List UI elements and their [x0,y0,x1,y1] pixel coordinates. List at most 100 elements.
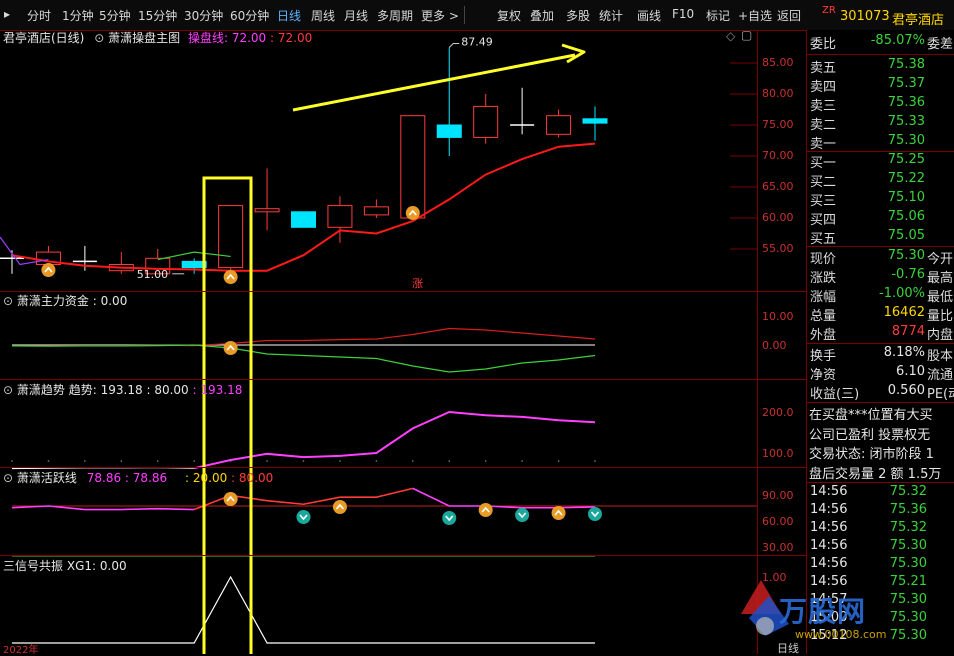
quote-divider [807,246,954,247]
trend-dot [156,460,159,462]
stat-row-label2: 量比 [927,309,954,324]
buy-signal-icon [223,270,238,284]
tab-monthly[interactable]: 月线 [344,7,368,24]
settings-diamond-icon[interactable]: ◇ [726,29,735,43]
tab-multi-period[interactable]: 多周期 [377,7,413,24]
ask-row-value: 75.37 [887,76,925,91]
tab-daily[interactable]: 日线 [277,7,301,24]
restore-rights-button[interactable]: 复权 [497,7,521,24]
tab-weekly[interactable]: 周线 [311,7,335,24]
tab-30min[interactable]: 30分钟 [184,7,223,24]
operation-line-colon: : [270,31,275,45]
candle-body [218,205,244,269]
triple-signal-panel [12,575,595,644]
ask-row: 卖二 75.33 [807,114,954,133]
tick-time: 14:56 [810,538,848,553]
watermark-text: 万股网 [779,595,867,628]
purple-ma-line [0,236,49,266]
panel4-title: ⊙ 萧潇活跃线 78.86 : 78.86 : 20.00 : 80.00 [3,469,273,486]
indicator-name[interactable]: 萧潇操盘主图 [108,31,180,45]
zhang-label: 涨 [412,277,423,290]
stat-row: 涨跌 -0.76 最高 [807,267,954,286]
trend-dot [229,460,232,462]
ask-row-label: 卖三 [810,99,837,114]
y-axis-divider [757,30,758,654]
trend-dot [302,460,305,462]
tab-5min[interactable]: 5分钟 [99,7,131,24]
stats-button[interactable]: 统计 [599,7,623,24]
tick-price: 75.32 [889,520,927,535]
webi-row: 委比 -85.07% 委差 [807,33,954,52]
stat-row-label2: 最高 [927,271,954,286]
tab-fenshi[interactable]: 分时 [27,7,51,24]
trend-dot [11,460,13,462]
window-icon[interactable]: ▢ [741,28,752,42]
stat2-row: 收益(三) 0.560PE(动 [807,383,954,402]
y-tick-label: 90.00 [762,489,794,502]
overlay-button[interactable]: 叠加 [530,7,554,24]
stat-row-value: -0.76 [891,267,925,282]
collapse-icon[interactable]: ⊙ [3,471,13,485]
bid-row: 买五 75.05 [807,228,954,247]
panel5-name[interactable]: 三信号共振 [3,559,63,573]
draw-line-button[interactable]: 画线 [637,7,661,24]
panel2-name[interactable]: 萧潇主力资金 [17,294,89,308]
active-line-panel [11,487,757,557]
panel4-value2: 78.86 [132,471,168,485]
y-tick-label: 60.00 [762,515,794,528]
add-watchlist-button[interactable]: +自选 [738,7,772,24]
tick-time: 14:56 [810,502,848,517]
multi-stock-button[interactable]: 多股 [566,7,590,24]
back-button[interactable]: 返回 [777,7,801,24]
tick-price: 75.30 [889,556,927,571]
bid-row-label: 买三 [810,194,837,209]
y-tick-label: 65.00 [762,180,794,193]
webi-value: -85.07% [870,33,925,48]
f10-button[interactable]: F10 [672,7,694,21]
panel2-title: ⊙ 萧潇主力资金 : 0.00 [3,292,127,309]
stat-row-label2: 最低 [927,290,954,305]
panel-divider [0,467,806,468]
xg1-line [12,575,595,644]
sell-signal-icon [296,510,311,524]
bid-row-label: 买一 [810,156,837,171]
stat-row: 现价 75.30 今开 [807,248,954,267]
quote-divider [807,482,954,483]
trend-arrow-line [292,53,576,112]
main-force-neg-line [11,344,596,373]
wecha-label: 委差 [927,37,954,52]
trend-dot [84,460,86,462]
active-line [412,487,596,509]
buy-signal-icon [41,263,56,277]
trend-dot [120,460,123,462]
collapse-icon[interactable]: ⊙ [3,383,13,397]
zr-badge: ZR [822,5,836,16]
stat2-row: 换手 8.18% 股本 [807,345,954,364]
panel4-colon3: : [231,471,236,485]
tick-time: 14:56 [810,484,848,499]
y-tick-label: 100.0 [762,447,794,460]
mark-button[interactable]: 标记 [706,7,730,24]
stock-code: 301073 [840,9,890,24]
tab-60min[interactable]: 60分钟 [230,7,269,24]
panel3-name[interactable]: 萧潇趋势 [17,383,65,397]
menu-icon[interactable]: ▸ [4,7,10,21]
tick-time: 14:56 [810,556,848,571]
tick-row: 14:56 75.32 [807,484,954,503]
tab-1min[interactable]: 1分钟 [62,7,94,24]
tab-more[interactable]: 更多 > [421,7,459,24]
panel2-colon: : [92,294,97,308]
candle-body [363,206,389,216]
stat2-row-label2: 股本 [927,349,954,364]
stat-row: 外盘 8774 内盘 [807,324,954,343]
quote-divider [807,54,954,55]
panel4-name[interactable]: 萧潇活跃线 [17,471,77,485]
chart-title: 君亭酒店(日线) [3,31,85,45]
collapse-icon[interactable]: ⊙ [94,31,104,45]
watermark-url: www.00108.com [795,628,887,641]
buy-signal-icon [405,206,420,220]
tab-15min[interactable]: 15分钟 [138,7,177,24]
collapse-icon[interactable]: ⊙ [3,294,13,308]
candle-body [436,124,462,138]
annotation-layer [202,43,586,654]
